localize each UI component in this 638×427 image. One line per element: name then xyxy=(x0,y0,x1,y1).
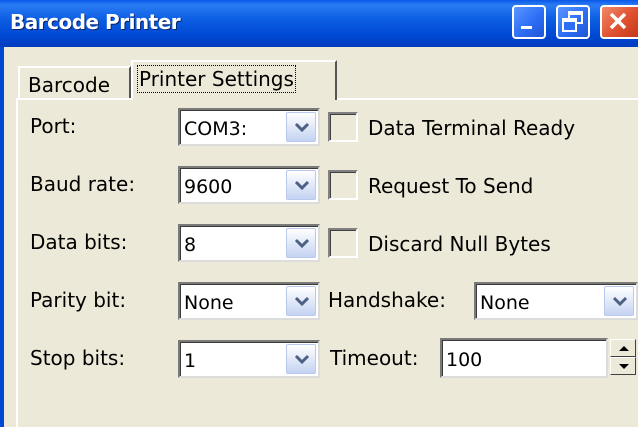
baud-rate-select[interactable]: 9600 xyxy=(178,166,320,204)
data-bits-dropdown-button[interactable] xyxy=(286,228,316,258)
request-to-send-checkbox[interactable] xyxy=(328,170,358,200)
window-title: Barcode Printer xyxy=(10,10,181,34)
parity-bit-select[interactable]: None xyxy=(178,282,320,320)
tab-printer-settings-label: Printer Settings xyxy=(137,65,296,93)
chevron-down-icon xyxy=(294,122,310,133)
parity-bit-label: Parity bit: xyxy=(30,288,127,312)
stop-bits-select[interactable]: 1 xyxy=(178,340,320,378)
stop-bits-select-value: 1 xyxy=(184,350,197,372)
arrow-up-icon xyxy=(619,346,629,351)
handshake-dropdown-button[interactable] xyxy=(604,286,634,316)
tab-barcode[interactable]: Barcode xyxy=(18,66,131,98)
minimize-button[interactable] xyxy=(512,5,546,39)
chevron-down-icon xyxy=(612,296,628,307)
port-label: Port: xyxy=(30,114,77,138)
baud-rate-select-value: 9600 xyxy=(184,176,233,198)
baud-rate-dropdown-button[interactable] xyxy=(286,170,316,200)
stop-bits-dropdown-button[interactable] xyxy=(286,344,316,374)
port-dropdown-button[interactable] xyxy=(286,112,316,142)
discard-null-bytes-checkbox[interactable] xyxy=(328,228,358,258)
data-bits-select-value: 8 xyxy=(184,234,197,256)
title-bar[interactable]: Barcode Printer xyxy=(0,0,638,47)
port-select-value: COM3: xyxy=(184,118,248,140)
discard-null-bytes-label[interactable]: Discard Null Bytes xyxy=(368,232,551,256)
timeout-input[interactable]: 100 xyxy=(440,338,608,378)
chevron-down-icon xyxy=(294,354,310,365)
data-bits-label: Data bits: xyxy=(30,230,128,254)
timeout-input-value: 100 xyxy=(446,349,483,371)
request-to-send-label[interactable]: Request To Send xyxy=(368,174,533,198)
timeout-label: Timeout: xyxy=(330,346,419,370)
handshake-label: Handshake: xyxy=(328,288,446,312)
stop-bits-label: Stop bits: xyxy=(30,346,126,370)
minimize-icon xyxy=(521,26,532,29)
parity-bit-select-value: None xyxy=(184,292,234,314)
window-left-border xyxy=(0,47,4,427)
data-bits-select[interactable]: 8 xyxy=(178,224,320,262)
parity-bit-dropdown-button[interactable] xyxy=(286,286,316,316)
tab-printer-settings[interactable]: Printer Settings xyxy=(131,60,337,100)
baud-rate-label: Baud rate: xyxy=(30,172,136,196)
handshake-select[interactable]: None xyxy=(474,282,638,320)
timeout-spinner[interactable] xyxy=(610,339,636,375)
close-icon xyxy=(609,12,627,30)
maximize-button[interactable] xyxy=(556,5,590,39)
handshake-select-value: None xyxy=(480,292,530,314)
chevron-down-icon xyxy=(294,180,310,191)
close-button[interactable] xyxy=(600,5,638,39)
spin-down-button[interactable] xyxy=(610,357,636,375)
data-terminal-ready-label[interactable]: Data Terminal Ready xyxy=(368,116,575,140)
chevron-down-icon xyxy=(294,238,310,249)
chevron-down-icon xyxy=(294,296,310,307)
barcode-printer-window: Barcode Printer Barcode Printer Settings xyxy=(0,0,638,427)
spin-up-button[interactable] xyxy=(610,339,636,357)
maximize-icon xyxy=(562,11,583,32)
data-terminal-ready-checkbox[interactable] xyxy=(328,112,358,142)
tab-barcode-label: Barcode xyxy=(28,73,110,97)
arrow-down-icon xyxy=(619,364,629,369)
port-select[interactable]: COM3: xyxy=(178,108,320,146)
